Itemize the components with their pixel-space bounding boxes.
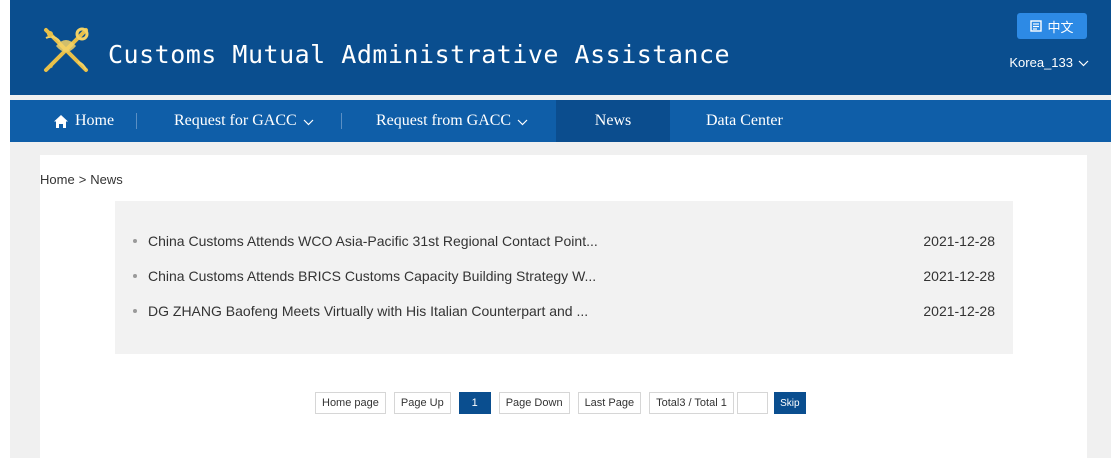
- nav-request-from-gacc-label: Request from GACC: [376, 112, 512, 129]
- news-date: 2021-12-28: [923, 303, 995, 319]
- nav-request-for-gacc[interactable]: Request for GACC: [174, 100, 314, 142]
- pagination: Home page Page Up 1 Page Down Last Page …: [315, 392, 806, 414]
- news-date: 2021-12-28: [923, 233, 995, 249]
- language-icon: [1030, 20, 1043, 32]
- bullet-icon: [133, 239, 137, 243]
- page-down-button[interactable]: Page Down: [498, 392, 570, 414]
- nav-divider: [341, 113, 342, 129]
- nav-request-for-gacc-label: Request for GACC: [174, 112, 297, 129]
- news-title-link[interactable]: China Customs Attends BRICS Customs Capa…: [148, 268, 905, 284]
- user-menu[interactable]: Korea_133: [1009, 55, 1089, 70]
- current-page-button[interactable]: 1: [458, 392, 491, 414]
- news-item[interactable]: China Customs Attends WCO Asia-Pacific 3…: [133, 231, 995, 251]
- news-date: 2021-12-28: [923, 268, 995, 284]
- nav-data-center-label: Data Center: [706, 112, 783, 129]
- home-icon: [54, 114, 68, 128]
- news-title-link[interactable]: DG ZHANG Baofeng Meets Virtually with Hi…: [148, 303, 905, 319]
- breadcrumb-separator: >: [78, 172, 87, 187]
- bullet-icon: [133, 274, 137, 278]
- breadcrumb-current: News: [90, 172, 123, 187]
- nav-divider: [136, 113, 137, 129]
- page-jump-input[interactable]: [736, 392, 768, 414]
- main-content: Home > News China Customs Attends WCO As…: [40, 155, 1087, 458]
- page-total-label: Total3 / Total 1: [649, 392, 734, 414]
- news-list: China Customs Attends WCO Asia-Pacific 3…: [115, 201, 1013, 354]
- breadcrumb: Home > News: [40, 172, 123, 187]
- nav-request-from-gacc[interactable]: Request from GACC: [376, 100, 528, 142]
- user-name: Korea_133: [1009, 55, 1073, 70]
- language-switch-button[interactable]: 中文: [1017, 13, 1087, 39]
- news-item[interactable]: China Customs Attends BRICS Customs Capa…: [133, 266, 995, 286]
- nav-home-label: Home: [75, 112, 115, 129]
- site-title: Customs Mutual Administrative Assistance: [108, 40, 731, 69]
- chevron-down-icon: [303, 119, 314, 125]
- page-up-button[interactable]: Page Up: [393, 392, 451, 414]
- left-edge-strip: [0, 0, 10, 458]
- chevron-down-icon: [1078, 60, 1089, 67]
- customs-emblem-icon[interactable]: [38, 22, 94, 78]
- breadcrumb-home-link[interactable]: Home: [40, 172, 75, 187]
- main-nav: Home Request for GACC Request from GACC …: [10, 100, 1111, 142]
- nav-news[interactable]: News: [556, 100, 670, 142]
- news-title-link[interactable]: China Customs Attends WCO Asia-Pacific 3…: [148, 233, 905, 249]
- chevron-down-icon: [517, 119, 528, 125]
- nav-home[interactable]: Home: [53, 100, 114, 142]
- bullet-icon: [133, 309, 137, 313]
- language-label: 中文: [1047, 19, 1074, 35]
- site-header: Customs Mutual Administrative Assistance…: [10, 0, 1111, 95]
- last-page-button[interactable]: Last Page: [577, 392, 642, 414]
- skip-button[interactable]: Skip: [773, 392, 806, 414]
- home-page-button[interactable]: Home page: [315, 392, 386, 414]
- nav-data-center[interactable]: Data Center: [706, 100, 783, 142]
- news-item[interactable]: DG ZHANG Baofeng Meets Virtually with Hi…: [133, 301, 995, 321]
- nav-news-label: News: [594, 112, 632, 129]
